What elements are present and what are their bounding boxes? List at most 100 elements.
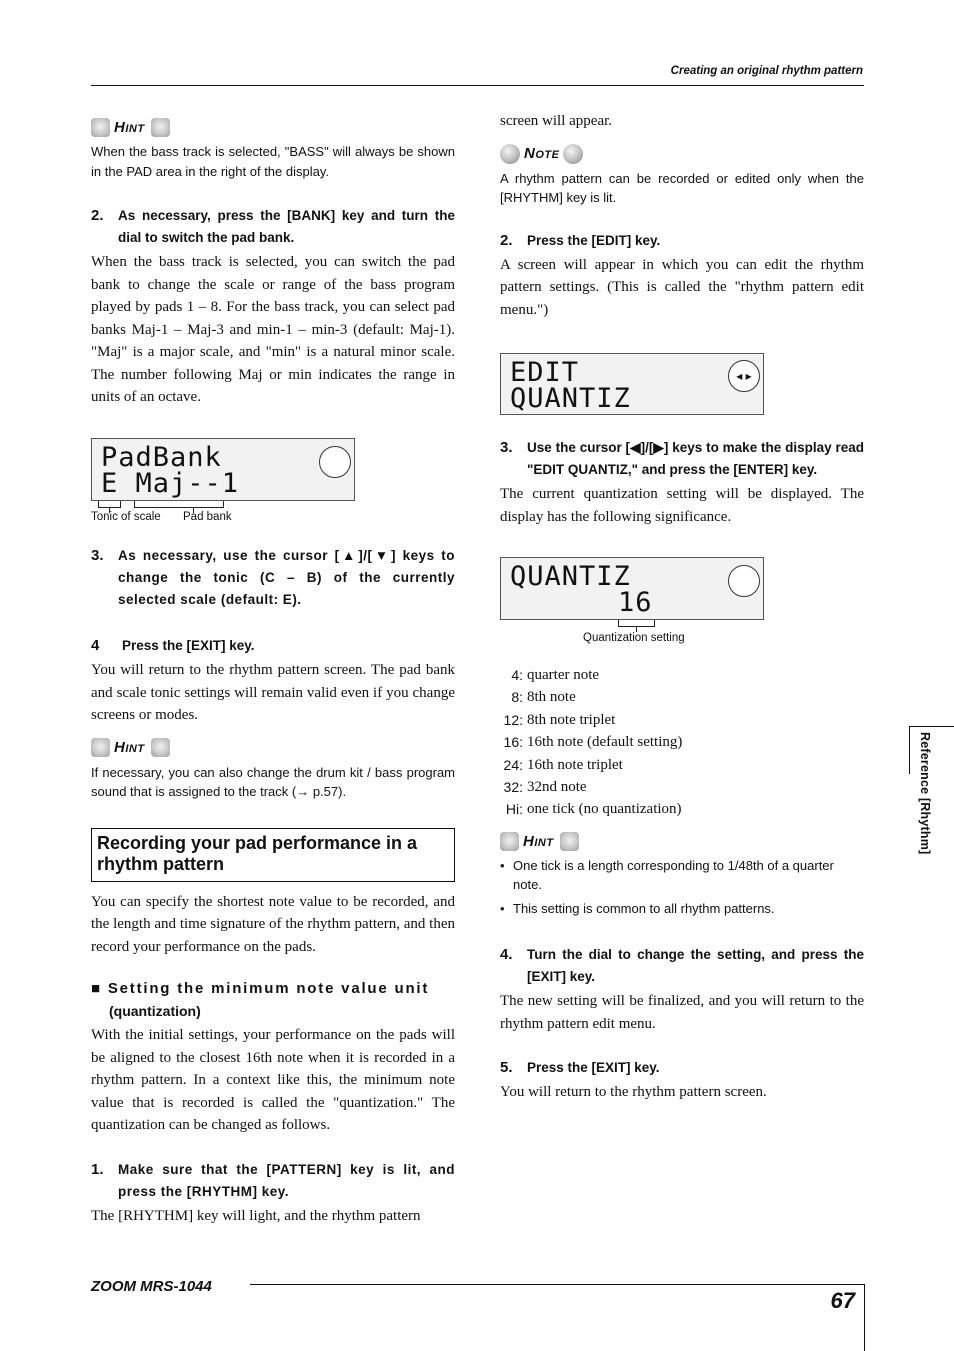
dial-indicator-icon [728,565,760,597]
subsection-body: With the initial settings, your performa… [91,1027,455,1133]
step-2: 2. As necessary, press the [BANK] key an… [91,205,455,249]
hint-square-icon [150,117,170,137]
bullet-text: This setting is common to all rhythm pat… [513,900,775,916]
step-number: 1. [91,1160,104,1178]
quantize-key: 12: [503,711,523,728]
note-badge: Note [500,143,864,165]
hint-text: When the bass track is selected, "BASS" … [91,144,455,179]
step-text: As necessary, press the [BANK] key and t… [118,208,455,245]
quantize-desc: 16th note (default setting) [527,734,683,751]
lcd-line-2: QUANTIZ [510,383,631,414]
caption-quantize: Quantization setting [583,632,685,644]
subheading: ■ Setting the minimum note value unit (q… [91,978,455,1022]
quantize-list-item: 8: 8th note [500,686,864,708]
footer-vrule [864,1284,865,1351]
hint-square-icon [150,738,170,757]
step-text: As necessary, use the cursor [▲]/[▼] key… [118,548,455,607]
step-number: 2. [91,207,104,224]
header-rule [91,85,864,86]
hint-badge: Hint [91,737,455,759]
quantize-list-item: 12: 8th note triplet [500,709,864,731]
quantize-list-item: 4: quarter note [500,664,864,686]
hint-bullet: • One tick is a length corresponding to 1… [500,856,864,895]
step-body: The new setting will be finalized, and y… [500,993,864,1032]
hint-badge: Hint [91,116,455,138]
lcd-line-1: EDIT [510,357,580,388]
quantize-key: 4: [511,667,523,683]
subheading-text-2: (quantization) [109,1003,201,1019]
quantize-list: 4: quarter note 8: 8th note 12: 8th note trip… [500,664,864,821]
note-label: Note [524,145,560,162]
lcd-edit-quantiz: EDIT QUANTIZ ◂ ▸ [500,353,764,415]
hint-label: Hint [114,739,145,756]
continued-text: screen will appear. [500,113,613,129]
hint-square-icon [91,738,110,757]
side-tab-label: Reference [Rhythm] [918,732,932,855]
step-1: 1. Make sure that the [PATTERN] key is l… [91,1159,455,1203]
lcd-line-2: 16 [618,587,653,618]
bullet-icon: • [500,857,505,873]
step-number: 3. [500,439,513,456]
hint-badge: Hint [500,831,864,853]
quantize-desc: one tick (no quantization) [527,801,682,818]
left-column-2: 3. As necessary, use the cursor [▲]/[▼] … [91,545,455,1227]
step-body: When the bass track is selected, you can… [91,254,455,405]
hint-square-icon [559,832,579,852]
section-body: You can specify the shortest note value … [91,893,455,955]
step-text: Use the cursor [◀]/[▶] keys to make the … [527,440,864,477]
dial-indicator-icon [319,446,351,478]
quantize-desc: quarter note [527,667,600,683]
step-number: 2. [500,231,513,249]
quantize-key: Hi: [505,801,523,818]
hint-square-icon [500,832,519,852]
step-text: Press the [EXIT] key. [122,638,255,653]
hint-text: If necessary, you can also change the dr… [91,764,455,800]
step-4: 4. Turn the dial to change the setting, … [500,944,864,988]
step-number: 5. [500,1059,513,1077]
right-column-3: 4: quarter note 8: 8th note 12: 8th note trip… [500,664,864,1104]
quantize-list-item: 24: 16th note triplet [500,754,864,776]
quantize-key: 32: [503,779,523,796]
lcd-line-1: QUANTIZ [510,561,631,592]
section-title: Recording your pad performance in a rhyt… [97,832,418,874]
subheading-line-1: ■ Setting the minimum note value unit [91,978,455,1000]
quantize-desc: 8th note [527,689,576,706]
step-body: The current quantization setting will be… [500,486,864,525]
quantize-desc: 32nd note [527,779,587,796]
quantize-key: 8: [511,689,523,706]
bullet-text: One tick is a length corresponding to 1/… [513,857,834,893]
step-3: 3. As necessary, use the cursor [▲]/[▼] … [91,545,455,611]
quantize-list-item: Hi: one tick (no quantization) [500,798,864,820]
step-text: Turn the dial to change the setting, and… [527,947,864,985]
square-bullet-icon: ■ [91,980,102,997]
footer-rule [250,1284,864,1285]
note-circle-icon [563,143,584,164]
page-number: 67 [830,1288,855,1313]
step-number: 3. [91,547,104,564]
hint-label: Hint [523,833,554,851]
lcd-line-2: E Maj--1 [101,468,240,499]
section-title-box: Recording your pad performance in a rhyt… [91,827,455,882]
hint-square-icon [91,117,110,137]
step-body: A screen will appear in which you can ed… [500,256,864,318]
subheading-text: Setting the minimum note value unit [107,980,430,997]
step-5: 5. Press the [EXIT] key. [500,1057,864,1079]
hint-bullet: • This setting is common to all rhythm pa… [500,899,864,919]
hint-bullets: • One tick is a length corresponding to 1… [500,856,864,919]
quantize-desc: 16th note triplet [527,756,623,773]
step-body: You will return to the rhythm pattern sc… [91,662,455,723]
step-text: Press the [EXIT] key. [527,1060,660,1076]
cursor-arrows-icon: ◂ ▸ [728,360,760,392]
lcd-quantiz: QUANTIZ 16 [500,557,764,620]
note-circle-icon [500,143,520,164]
step-2: 2. Press the [EDIT] key. [500,230,864,252]
lcd-line-1: PadBank [101,442,222,473]
lcd-padbank: PadBank E Maj--1 [91,438,355,501]
step-number: 4. [500,946,513,964]
step-4: 4 Press the [EXIT] key. [91,635,455,657]
caption-tonic: Tonic of scale [91,511,161,523]
step-3: 3. Use the cursor [◀]/[▶] keys to make t… [500,437,864,481]
quantize-list-item: 32: 32nd note [500,776,864,798]
step-text: Make sure that the [PATTERN] key is lit,… [118,1161,455,1199]
quantize-desc: 8th note triplet [527,711,616,728]
